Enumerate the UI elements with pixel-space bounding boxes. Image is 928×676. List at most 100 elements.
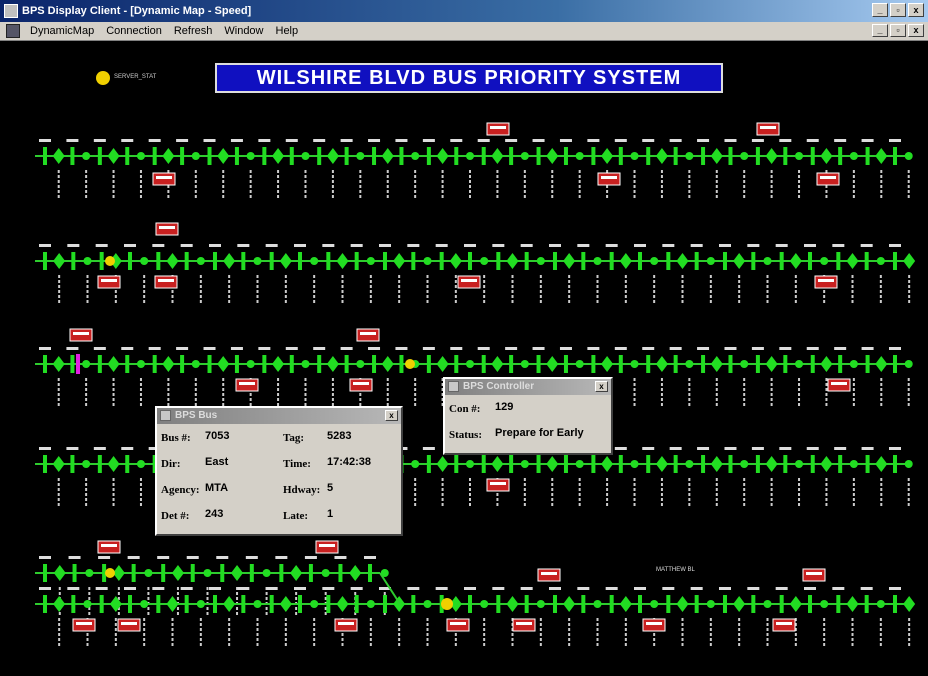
intersection-label [369, 280, 372, 283]
intersection-label [277, 195, 280, 198]
intersection-node [83, 257, 92, 265]
detector-number [152, 244, 165, 247]
intersection-label [681, 643, 684, 646]
detector-marker [354, 595, 359, 613]
signal-node [789, 596, 802, 612]
controller-dialog-close-button[interactable]: x [595, 381, 608, 392]
intersection-node [82, 460, 91, 468]
intersection-label [908, 633, 911, 636]
detector-marker [701, 455, 706, 473]
child-maximize-button[interactable]: ▫ [890, 24, 906, 37]
detector-number [559, 139, 572, 142]
intersection-label [633, 170, 636, 173]
intersection-label [341, 295, 344, 298]
document-icon[interactable] [6, 24, 20, 38]
intersection-label [879, 618, 882, 621]
direction-label: Dir: [161, 458, 181, 470]
intersection-label [85, 503, 88, 506]
intersection-label [454, 633, 457, 636]
intersection-label [483, 628, 486, 631]
intersection-label [222, 195, 225, 198]
intersection-label [596, 628, 599, 631]
intersection-label [770, 398, 773, 401]
window-title: BPS Display Client - [Dynamic Map - Spee… [22, 5, 252, 17]
menu-help[interactable]: Help [270, 25, 305, 37]
intersection-label [295, 607, 298, 610]
intersection-label [606, 493, 609, 496]
maximize-button[interactable]: ▫ [890, 3, 906, 17]
detector-number [258, 347, 271, 350]
intersection-label [551, 483, 554, 486]
intersection-label [324, 592, 327, 595]
intersection-label [386, 175, 389, 178]
intersection-label [313, 623, 316, 626]
controller-dialog-titlebar[interactable]: BPS Controller x [445, 379, 611, 395]
detector-number [334, 556, 347, 559]
bus-dialog-close-button[interactable]: x [385, 410, 398, 421]
bus-window [760, 126, 776, 129]
signal-node [272, 356, 285, 372]
intersection-label [825, 393, 828, 396]
intersection-label [907, 488, 910, 491]
detector-number [806, 347, 819, 350]
intersection-label [794, 285, 797, 288]
menu-connection[interactable]: Connection [100, 25, 168, 37]
detector-marker [864, 595, 869, 613]
intersection-label [681, 275, 684, 278]
intersection-label [88, 587, 91, 590]
intersection-label [228, 643, 231, 646]
intersection-label [171, 638, 174, 641]
minimize-button[interactable]: _ [872, 3, 888, 17]
intersection-label [85, 493, 88, 496]
menu-dynamicmap[interactable]: DynamicMap [24, 25, 100, 37]
intersection-label [798, 478, 801, 481]
signal-node [903, 253, 916, 269]
detector-marker [269, 252, 274, 270]
signal-node [171, 565, 184, 581]
menu-refresh[interactable]: Refresh [168, 25, 219, 37]
intersection-label [284, 295, 287, 298]
intersection-label [58, 633, 61, 636]
intersection-label [206, 612, 209, 615]
intersection-label [511, 300, 514, 303]
intersection-label [114, 290, 117, 293]
intersection-label [539, 295, 542, 298]
intersection-node [795, 152, 804, 160]
intersection-label [879, 638, 882, 641]
intersection-node [685, 460, 694, 468]
menu-window[interactable]: Window [218, 25, 269, 37]
intersection-label [766, 295, 769, 298]
child-close-button[interactable]: x [908, 24, 924, 37]
intersection-label [139, 195, 142, 198]
detector-marker [779, 595, 784, 613]
intersection-label [908, 643, 911, 646]
controller-info-dialog[interactable]: BPS Controller x Con #: 129 Status: Prep… [443, 377, 613, 455]
child-minimize-button[interactable]: _ [872, 24, 888, 37]
bus-info-dialog[interactable]: BPS Bus x Bus #: 7053 Tag: 5283 Dir: Eas… [155, 406, 403, 536]
intersection-label [551, 493, 554, 496]
dynamic-map[interactable]: SERVER_STAT WILSHIRE BLVD BUS PRIORITY S… [0, 41, 928, 671]
late-field: Late: [283, 510, 308, 522]
detector-number [642, 447, 655, 450]
intersection-label [578, 180, 581, 183]
intersection-label [85, 383, 88, 386]
intersection-label [426, 628, 429, 631]
intersection-label [85, 478, 88, 481]
close-button[interactable]: x [908, 3, 924, 17]
bus-dialog-titlebar[interactable]: BPS Bus x [157, 408, 401, 424]
intersection-label [624, 290, 627, 293]
tag-field: Tag: [283, 432, 304, 444]
detector-marker [755, 355, 760, 373]
intersection-label [426, 285, 429, 288]
intersection-label [660, 393, 663, 396]
detector-marker [399, 147, 404, 165]
signal-node [546, 148, 559, 164]
intersection-label [511, 285, 514, 288]
detector-number [294, 587, 306, 590]
intersection-label [633, 378, 636, 381]
intersection-label [369, 618, 372, 621]
detector-number [520, 244, 533, 247]
intersection-label [852, 483, 855, 486]
intersection-label [738, 280, 741, 283]
detector-number [806, 447, 819, 450]
